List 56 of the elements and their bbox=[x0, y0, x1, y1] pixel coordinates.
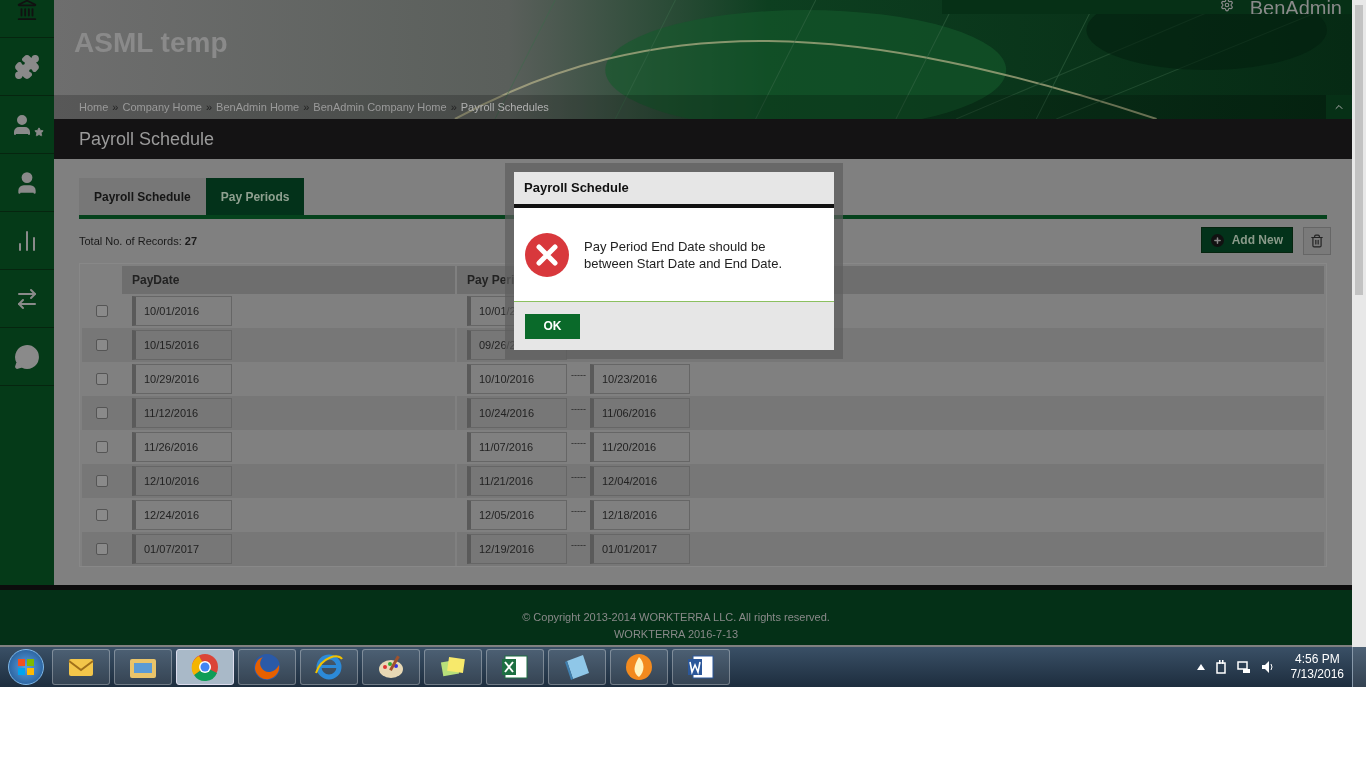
network-icon[interactable] bbox=[1236, 660, 1251, 674]
row-checkbox[interactable] bbox=[96, 475, 108, 487]
date-separator: ----- bbox=[571, 539, 586, 553]
app-icon bbox=[623, 651, 655, 683]
date-separator: ----- bbox=[571, 505, 586, 519]
row-checkbox[interactable] bbox=[96, 509, 108, 521]
add-new-button[interactable]: Add New bbox=[1200, 227, 1293, 253]
copyright-text: © Copyright 2013-2014 WORKTERRA LLC. All rights reserved. bbox=[522, 610, 830, 625]
breadcrumb-link[interactable]: BenAdmin Home bbox=[216, 98, 300, 116]
app-icon bbox=[189, 651, 221, 683]
show-hidden-icons[interactable] bbox=[1196, 664, 1205, 670]
breadcrumb-separator: » bbox=[112, 99, 119, 115]
row-checkbox[interactable] bbox=[96, 305, 108, 317]
settings-icon[interactable] bbox=[1219, 0, 1234, 12]
date-separator: ----- bbox=[571, 403, 586, 417]
version-text: WORKTERRA 2016-7-13 bbox=[613, 626, 739, 642]
breadcrumb-link[interactable]: BenAdmin Company Home bbox=[313, 98, 447, 116]
arrows-icon[interactable] bbox=[15, 286, 39, 311]
period-start-field[interactable]: 12/19/2016 bbox=[467, 534, 567, 564]
page-title: Payroll Schedule bbox=[79, 127, 215, 151]
dialog-title: Payroll Schedule bbox=[524, 179, 629, 198]
ok-button[interactable]: OK bbox=[525, 313, 580, 339]
windows-logo-icon bbox=[16, 657, 36, 677]
plus-icon bbox=[1210, 233, 1224, 247]
date-separator: ----- bbox=[571, 471, 586, 485]
row-checkbox[interactable] bbox=[96, 339, 108, 351]
power-icon[interactable] bbox=[1214, 660, 1227, 674]
period-end-field[interactable]: 01/01/2017 bbox=[590, 534, 690, 564]
clock[interactable]: 4:56 PM 7/13/2016 bbox=[1290, 652, 1344, 682]
row-checkbox[interactable] bbox=[96, 373, 108, 385]
row-checkbox[interactable] bbox=[96, 543, 108, 555]
tab[interactable]: Payroll Schedule bbox=[79, 178, 206, 215]
delete-button[interactable] bbox=[1303, 227, 1331, 255]
error-icon bbox=[524, 231, 570, 278]
scrollbar[interactable] bbox=[1352, 0, 1366, 647]
pay-date-field[interactable]: 01/07/2017 bbox=[132, 534, 232, 564]
start-button[interactable] bbox=[8, 649, 44, 685]
breadcrumb-link[interactable]: Company Home bbox=[122, 98, 202, 116]
breadcrumb-link[interactable]: Payroll Schedules bbox=[460, 98, 549, 116]
column-header: PayDate bbox=[122, 266, 457, 294]
breadcrumb-link[interactable]: Home bbox=[79, 98, 109, 116]
breadcrumb-separator: » bbox=[205, 99, 213, 115]
date-separator: ----- bbox=[571, 437, 586, 451]
trash-icon bbox=[1310, 234, 1324, 248]
breadcrumb-separator: » bbox=[450, 99, 457, 115]
chat-icon[interactable] bbox=[14, 343, 40, 370]
records-count: Total No. of Records: 27 bbox=[79, 233, 198, 249]
row-checkbox[interactable] bbox=[96, 441, 108, 453]
date-separator: ----- bbox=[571, 369, 586, 383]
breadcrumb-separator: » bbox=[303, 99, 310, 115]
show-desktop-button[interactable] bbox=[1352, 647, 1366, 687]
tab[interactable]: Pay Periods bbox=[205, 178, 305, 215]
puzzle-icon[interactable] bbox=[14, 53, 40, 80]
volume-icon[interactable] bbox=[1260, 660, 1275, 674]
row-checkbox[interactable] bbox=[96, 407, 108, 419]
app-icon bbox=[251, 651, 283, 683]
